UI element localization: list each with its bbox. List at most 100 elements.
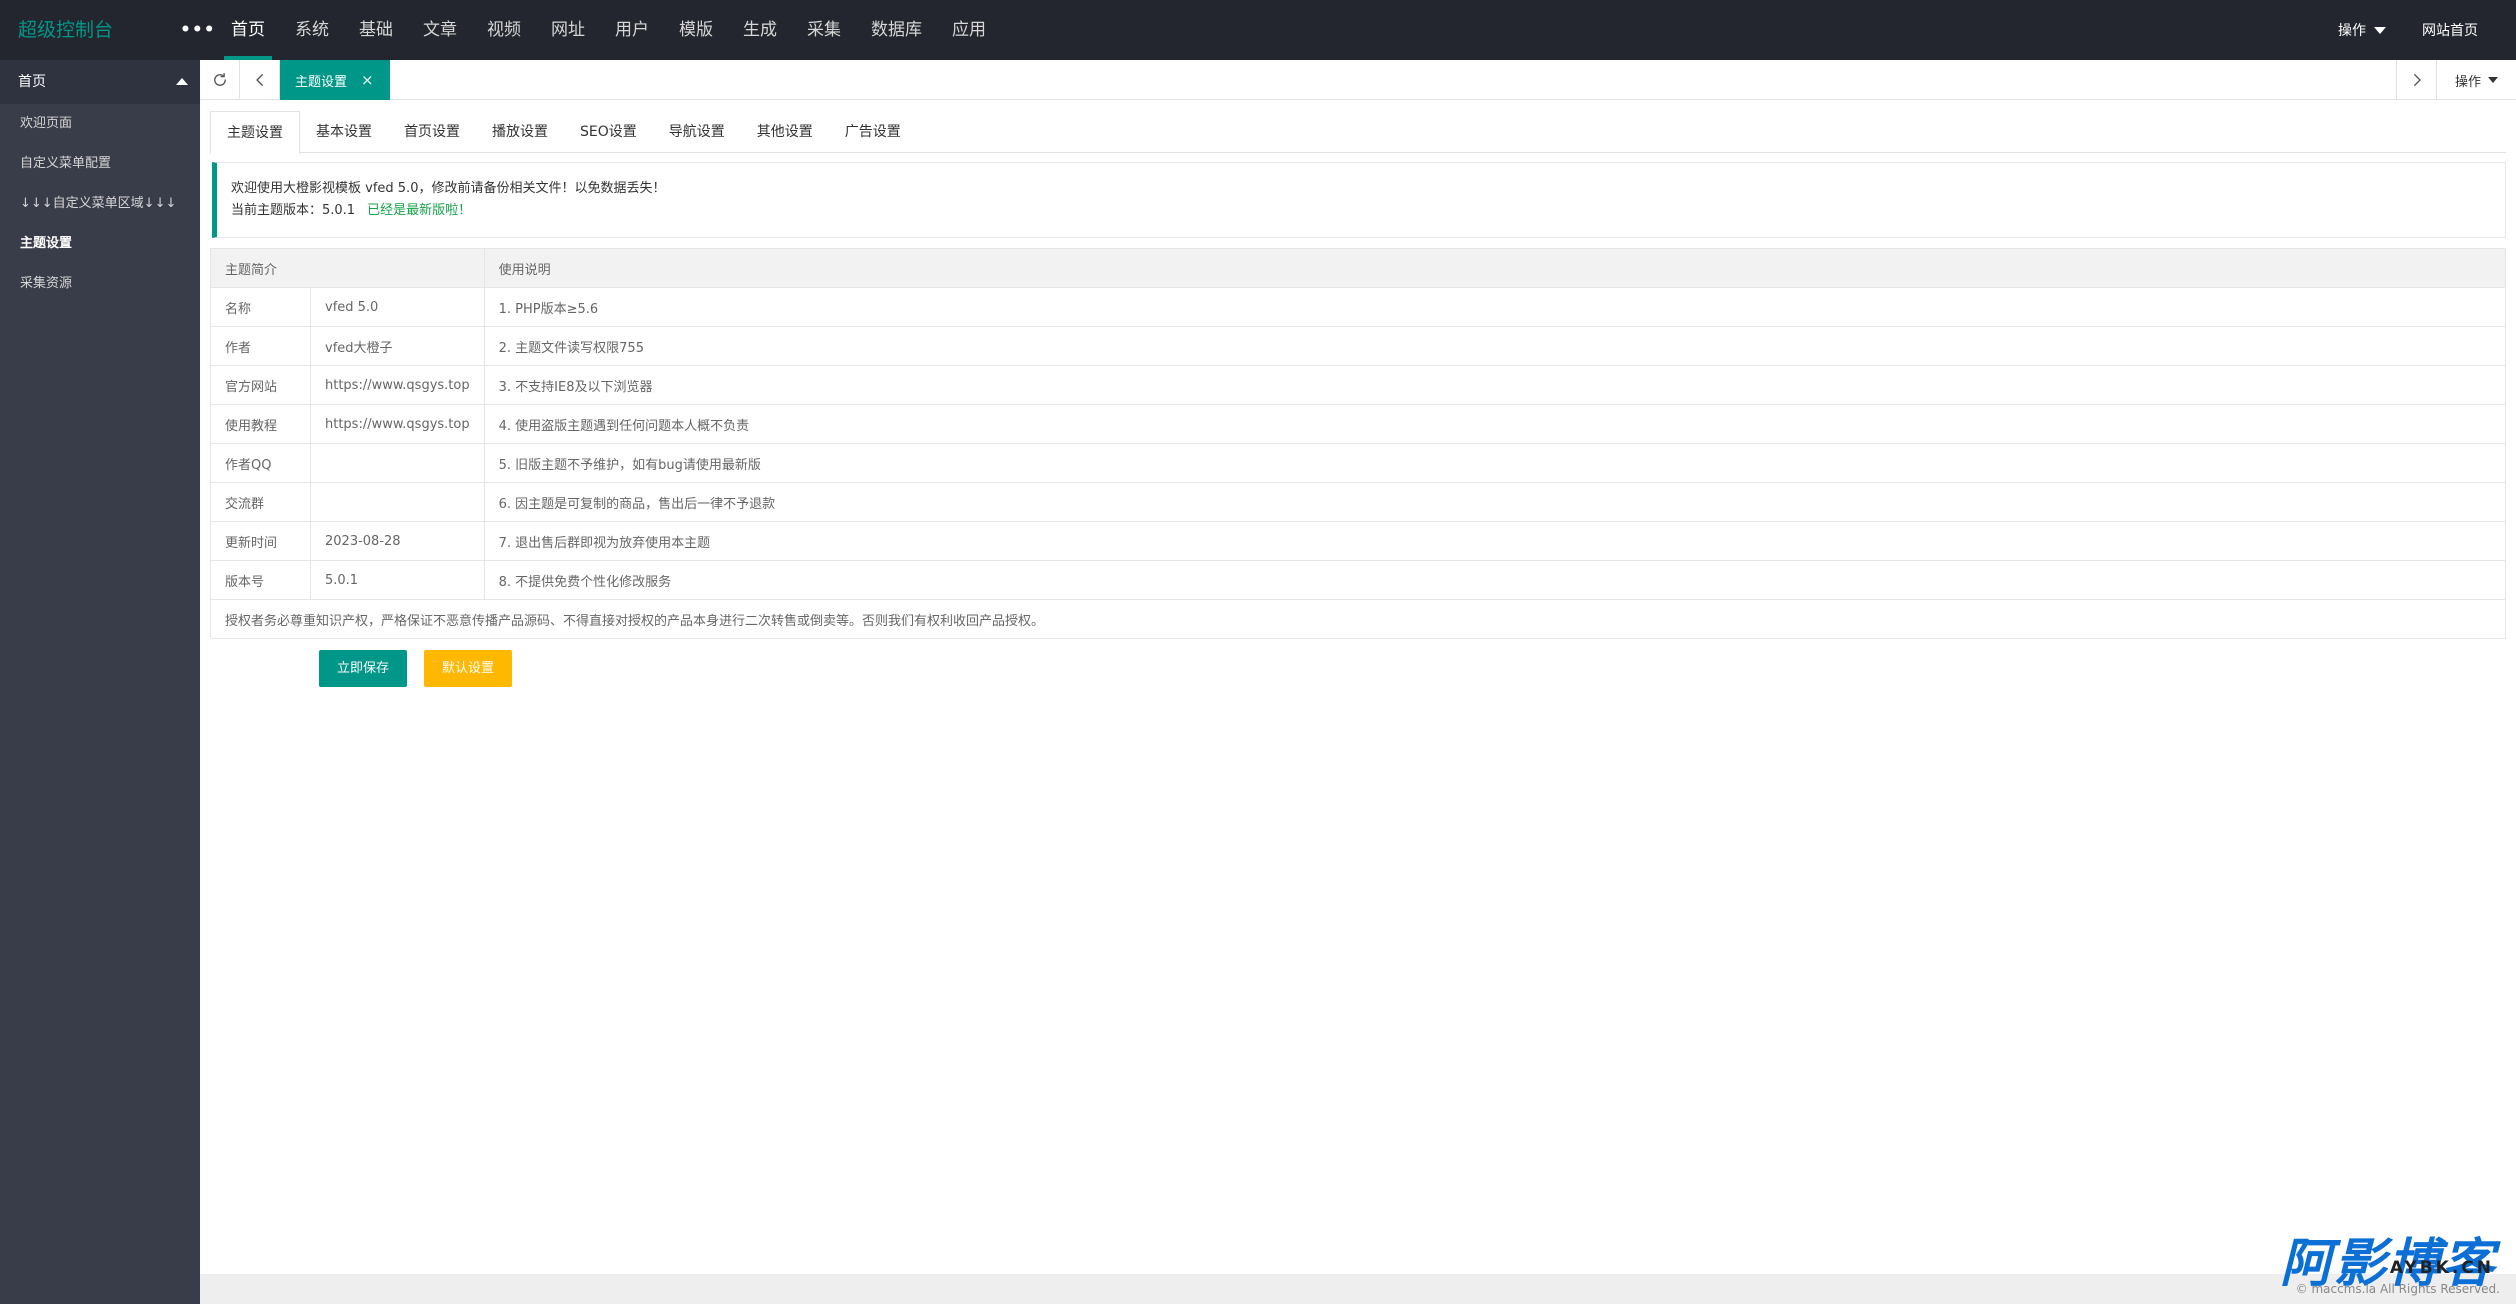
license-notice: 授权者务必尊重知识产权，严格保证不恶意传播产品源码、不得直接对授权的产品本身进行… xyxy=(210,599,2506,639)
top-nav: 首页 系统 基础 文章 视频 网址 用户 模版 生成 采集 数据库 应用 xyxy=(216,0,1001,60)
nav-item-user[interactable]: 用户 xyxy=(600,0,664,60)
table-header-row: 主题简介 使用说明 xyxy=(210,248,2507,288)
row-note: 1. PHP版本≥5.6 xyxy=(483,287,2507,327)
operate-label: 操作 xyxy=(2338,23,2366,39)
sidebar: 首页 欢迎页面 自定义菜单配置 ↓↓↓自定义菜单区域↓↓↓ 主题设置 采集资源 xyxy=(0,60,200,1304)
nav-item-website[interactable]: 网址 xyxy=(536,0,600,60)
nav-item-basic[interactable]: 基础 xyxy=(344,0,408,60)
current-version-text: 当前主题版本：5.0.1 xyxy=(231,203,356,218)
tab-theme[interactable]: 主题设置 xyxy=(210,111,300,154)
tab-nav[interactable]: 导航设置 xyxy=(653,111,741,153)
tab-prev-button[interactable] xyxy=(240,60,280,100)
table-row: 使用教程 https://www.qsgys.top 4. 使用盗版主题遇到任何… xyxy=(210,404,2507,444)
tab-play[interactable]: 播放设置 xyxy=(476,111,564,153)
caret-up-icon xyxy=(176,78,188,85)
chevron-left-icon xyxy=(255,74,263,86)
row-note: 3. 不支持IE8及以下浏览器 xyxy=(483,365,2507,405)
main-content: 主题设置 基本设置 首页设置 播放设置 SEO设置 导航设置 其他设置 广告设置… xyxy=(200,101,2516,1274)
table-footer-row: 授权者务必尊重知识产权，严格保证不恶意传播产品源码、不得直接对授权的产品本身进行… xyxy=(210,599,2506,639)
refresh-icon xyxy=(213,72,226,86)
row-value: https://www.qsgys.top xyxy=(310,404,485,444)
table-row: 版本号 5.0.1 8. 不提供免费个性化修改服务 xyxy=(210,560,2507,600)
notice-box: 欢迎使用大橙影视模板 vfed 5.0，修改前请备份相关文件！以免数据丢失！ 当… xyxy=(212,162,2506,238)
page-tab-bar: 主题设置 × 操作 xyxy=(200,60,2516,100)
tab-ads[interactable]: 广告设置 xyxy=(829,111,917,153)
notice-line-2: 当前主题版本：5.0.1 已经是最新版啦！ xyxy=(231,200,2491,222)
sidebar-item-custom-menu-area[interactable]: ↓↓↓自定义菜单区域↓↓↓ xyxy=(0,184,200,224)
table-row: 作者 vfed大橙子 2. 主题文件读写权限755 xyxy=(210,326,2507,366)
nav-item-generate[interactable]: 生成 xyxy=(728,0,792,60)
watermark-sub: AYBK.CN xyxy=(2389,1258,2494,1278)
footer: © maccms.la All Rights Reserved. xyxy=(200,1274,2516,1304)
theme-info-table: 主题简介 使用说明 名称 vfed 5.0 1. PHP版本≥5.6 作者 vf… xyxy=(210,248,2507,639)
close-icon[interactable]: × xyxy=(361,71,374,89)
tab-basic[interactable]: 基本设置 xyxy=(300,111,388,153)
watermark-logo: 阿影博客 AYBK.CN xyxy=(2280,1236,2496,1292)
row-label: 使用教程 xyxy=(210,404,311,444)
table-row: 官方网站 https://www.qsgys.top 3. 不支持IE8及以下浏… xyxy=(210,365,2507,405)
refresh-button[interactable] xyxy=(200,60,240,100)
row-note: 5. 旧版主题不予维护，如有bug请使用最新版 xyxy=(483,443,2507,483)
row-label: 名称 xyxy=(210,287,311,327)
row-label: 作者 xyxy=(210,326,311,366)
default-settings-button[interactable]: 默认设置 xyxy=(424,650,513,687)
tab-home[interactable]: 首页设置 xyxy=(388,111,476,153)
row-value xyxy=(310,443,485,483)
nav-item-template[interactable]: 模版 xyxy=(664,0,728,60)
site-home-link[interactable]: 网站首页 xyxy=(2404,20,2496,40)
nav-item-home[interactable]: 首页 xyxy=(216,0,280,60)
row-value: https://www.qsgys.top xyxy=(310,365,485,405)
tab-next-button[interactable] xyxy=(2396,60,2436,100)
sidebar-item-collect-resources[interactable]: 采集资源 xyxy=(0,264,200,304)
app-logo[interactable]: 超级控制台 xyxy=(18,0,113,60)
chevron-right-icon xyxy=(2413,74,2421,86)
top-header: 超级控制台 ••• 首页 系统 基础 文章 视频 网址 用户 模版 生成 采集 … xyxy=(0,0,2516,60)
sidebar-item-custom-menu-config[interactable]: 自定义菜单配置 xyxy=(0,144,200,184)
row-label: 更新时间 xyxy=(210,521,311,561)
nav-item-database[interactable]: 数据库 xyxy=(856,0,937,60)
table-row: 交流群 6. 因主题是可复制的商品，售出后一律不予退款 xyxy=(210,482,2507,522)
header-right: 操作 网站首页 xyxy=(2320,0,2496,60)
row-value xyxy=(310,482,485,522)
row-note: 8. 不提供免费个性化修改服务 xyxy=(483,560,2507,600)
sidebar-toggle-button[interactable]: ••• xyxy=(180,0,216,60)
notice-line-1: 欢迎使用大橙影视模板 vfed 5.0，修改前请备份相关文件！以免数据丢失！ xyxy=(231,181,666,196)
table-row: 名称 vfed 5.0 1. PHP版本≥5.6 xyxy=(210,287,2507,327)
sidebar-group-home[interactable]: 首页 xyxy=(0,60,200,104)
row-value: 2023-08-28 xyxy=(310,521,485,561)
tab-label: 主题设置 xyxy=(295,74,348,90)
nav-item-apps[interactable]: 应用 xyxy=(937,0,1001,60)
tab-operate-label: 操作 xyxy=(2454,74,2481,90)
row-label: 交流群 xyxy=(210,482,311,522)
sidebar-group-label: 首页 xyxy=(18,74,46,90)
table-row: 作者QQ 5. 旧版主题不予维护，如有bug请使用最新版 xyxy=(210,443,2507,483)
tab-other[interactable]: 其他设置 xyxy=(741,111,829,153)
row-value: vfed 5.0 xyxy=(310,287,485,327)
row-note: 4. 使用盗版主题遇到任何问题本人概不负责 xyxy=(483,404,2507,444)
operate-dropdown[interactable]: 操作 xyxy=(2320,20,2404,40)
nav-item-collect[interactable]: 采集 xyxy=(792,0,856,60)
row-note: 7. 退出售后群即视为放弃使用本主题 xyxy=(483,521,2507,561)
row-label: 官方网站 xyxy=(210,365,311,405)
row-note: 6. 因主题是可复制的商品，售出后一律不予退款 xyxy=(483,482,2507,522)
tab-operate-dropdown[interactable]: 操作 xyxy=(2436,60,2516,100)
nav-item-article[interactable]: 文章 xyxy=(408,0,472,60)
sidebar-item-welcome[interactable]: 欢迎页面 xyxy=(0,104,200,144)
table-row: 更新时间 2023-08-28 7. 退出售后群即视为放弃使用本主题 xyxy=(210,521,2507,561)
caret-down-icon xyxy=(2374,26,2386,34)
caret-down-icon xyxy=(2488,77,2498,83)
row-value: vfed大橙子 xyxy=(310,326,485,366)
latest-status-text: 已经是最新版啦！ xyxy=(367,203,472,218)
save-button[interactable]: 立即保存 xyxy=(319,650,408,687)
sidebar-item-theme-settings[interactable]: 主题设置 xyxy=(0,224,200,264)
row-note: 2. 主题文件读写权限755 xyxy=(483,326,2507,366)
tab-seo[interactable]: SEO设置 xyxy=(564,111,653,153)
nav-item-video[interactable]: 视频 xyxy=(472,0,536,60)
row-value: 5.0.1 xyxy=(310,560,485,600)
tab-theme-settings[interactable]: 主题设置 × xyxy=(280,60,390,100)
nav-item-system[interactable]: 系统 xyxy=(280,0,344,60)
row-label: 版本号 xyxy=(210,560,311,600)
row-label: 作者QQ xyxy=(210,443,311,483)
settings-tabs: 主题设置 基本设置 首页设置 播放设置 SEO设置 导航设置 其他设置 广告设置 xyxy=(210,111,2506,154)
table-header-usage: 使用说明 xyxy=(483,248,2507,288)
